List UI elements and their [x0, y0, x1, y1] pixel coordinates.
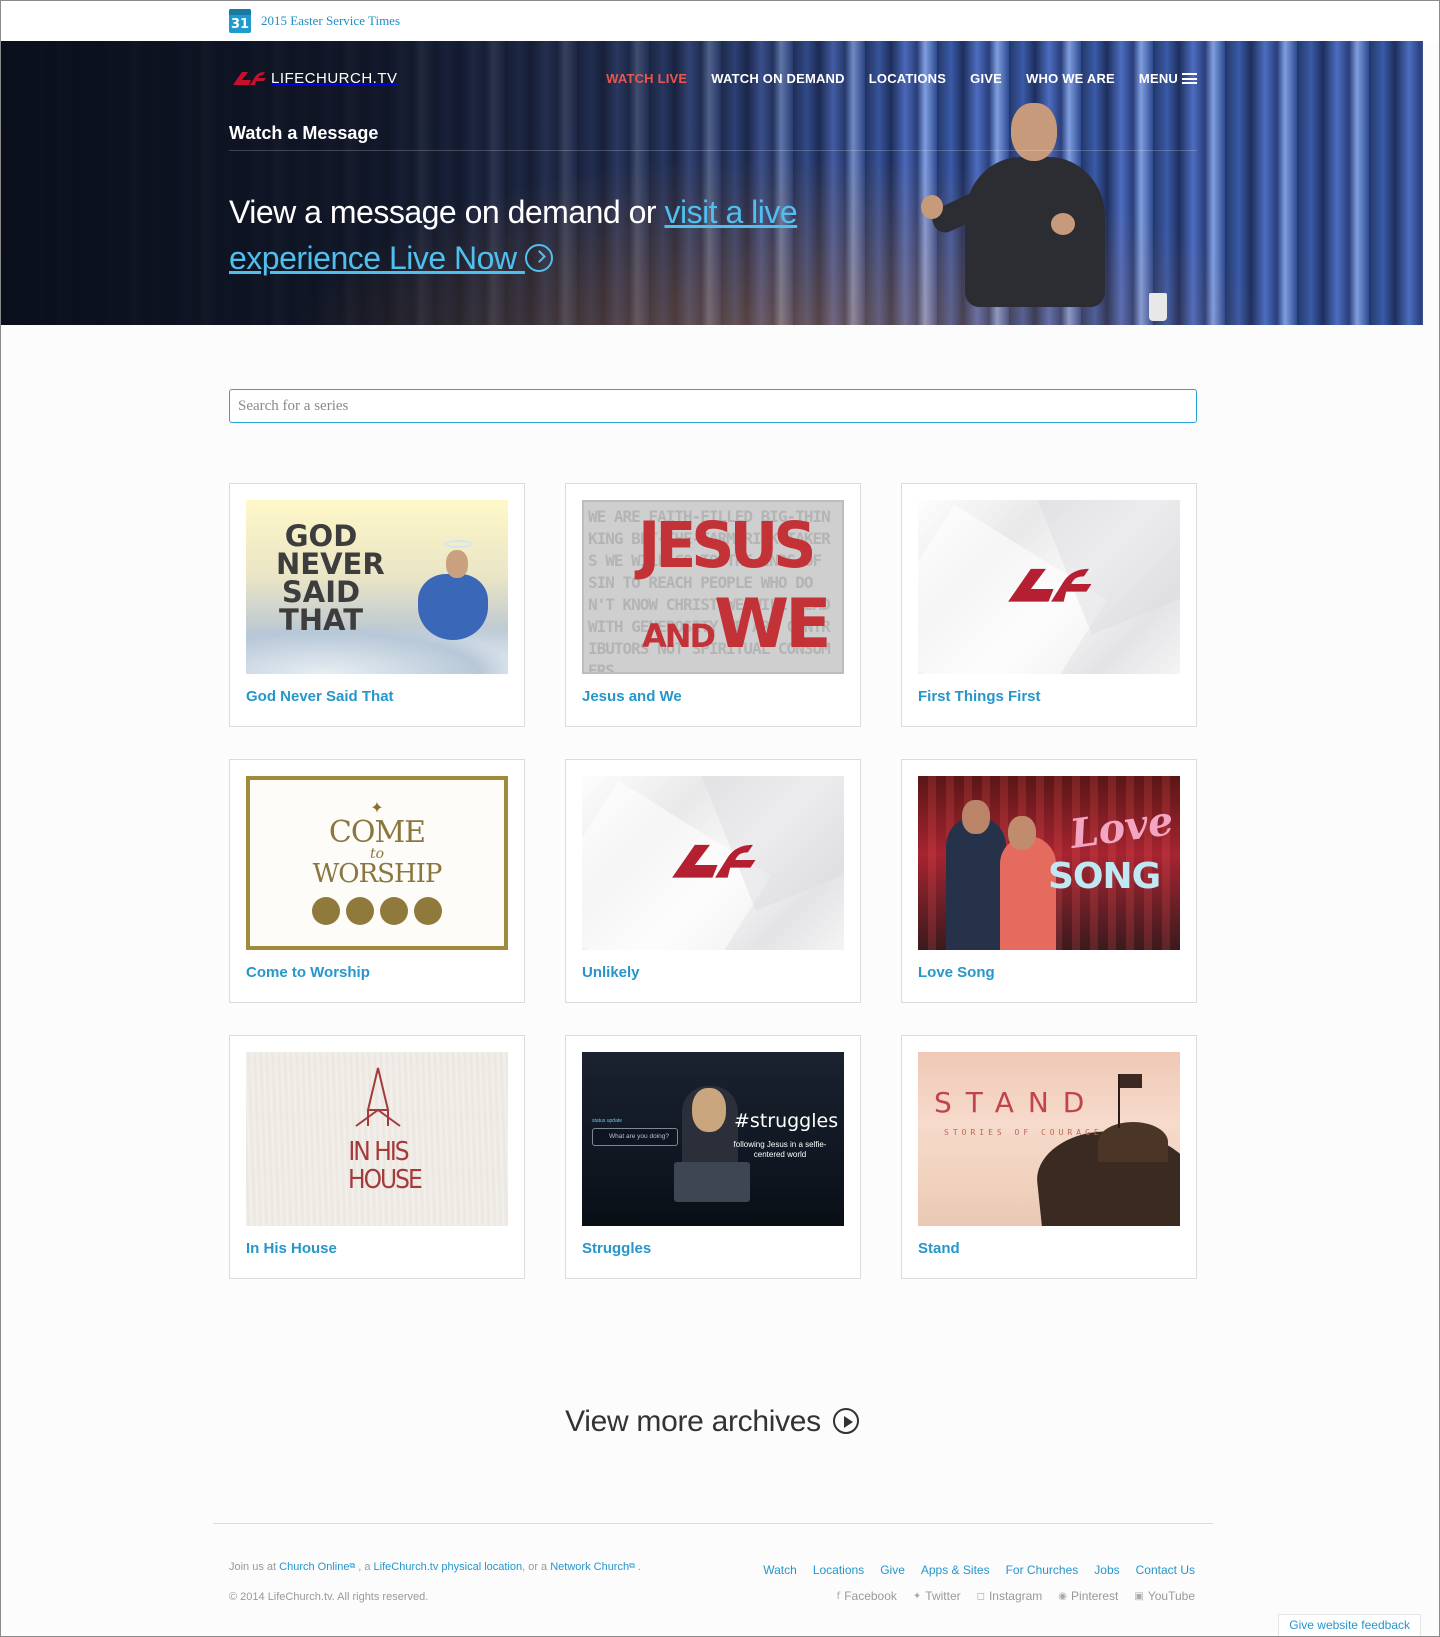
series-card[interactable]: Unlikely: [565, 759, 861, 1003]
lifechurch-logo-icon: [1008, 568, 1092, 602]
social-youtube[interactable]: ▣ YouTube: [1134, 1589, 1195, 1603]
play-circle-icon: [524, 244, 553, 272]
headline-text: View a message on demand or: [229, 194, 665, 230]
series-card[interactable]: IN HIS HOUSE In His House: [229, 1035, 525, 1279]
series-card[interactable]: status update What are you doing? #strug…: [565, 1035, 861, 1279]
series-card[interactable]: GOD NEVER SAID THAT God Never Said That: [229, 483, 525, 727]
view-more-archives-link[interactable]: View more archives: [565, 1405, 859, 1438]
series-card[interactable]: WE ARE FAITH-FILLED BIG-THINKING BET-THE…: [565, 483, 861, 727]
network-church-link[interactable]: Network Church: [550, 1561, 629, 1573]
series-thumbnail: ✦ COME to WORSHIP: [246, 776, 508, 950]
series-title[interactable]: Stand: [918, 1240, 1180, 1257]
view-more-section: View more archives: [1, 1405, 1423, 1439]
thumbnail-art-text: JESUS: [638, 509, 816, 583]
facebook-icon: f: [836, 1590, 841, 1602]
hamburger-icon: [1182, 73, 1197, 84]
main-nav: WATCH LIVE WATCH ON DEMAND LOCATIONS GIV…: [606, 71, 1197, 86]
series-title[interactable]: Unlikely: [582, 964, 844, 981]
series-title[interactable]: Come to Worship: [246, 964, 508, 981]
nav-watch-on-demand[interactable]: WATCH ON DEMAND: [711, 71, 844, 86]
easter-alert[interactable]: 31 2015 Easter Service Times: [229, 9, 400, 33]
easter-service-times-link[interactable]: 2015 Easter Service Times: [261, 13, 400, 29]
social-facebook[interactable]: f Facebook: [837, 1589, 897, 1603]
calendar-icon: 31: [229, 9, 251, 33]
church-online-link[interactable]: Church Online: [279, 1561, 349, 1573]
social-pinterest[interactable]: ◉ Pinterest: [1058, 1589, 1118, 1603]
series-thumbnail: [582, 776, 844, 950]
nav-who-we-are[interactable]: WHO WE ARE: [1026, 71, 1115, 86]
footer-link-locations[interactable]: Locations: [813, 1563, 864, 1577]
pinterest-icon: ◉: [1058, 1590, 1068, 1602]
series-thumbnail: status update What are you doing? #strug…: [582, 1052, 844, 1226]
series-grid: GOD NEVER SAID THAT God Never Said That …: [229, 483, 1197, 1279]
thumbnail-art-text: #struggles: [734, 1110, 839, 1132]
nav-watch-live[interactable]: WATCH LIVE: [606, 71, 687, 86]
nav-give[interactable]: GIVE: [970, 71, 1002, 86]
footer-link-for-churches[interactable]: For Churches: [1006, 1563, 1079, 1577]
footer-link-watch[interactable]: Watch: [763, 1563, 797, 1577]
series-thumbnail: IN HIS HOUSE: [246, 1052, 508, 1226]
series-card[interactable]: Love SONG Love Song: [901, 759, 1197, 1003]
lifechurch-logo-icon: [233, 72, 266, 85]
thumbnail-art-text: IN HIS HOUSE: [348, 1137, 423, 1195]
series-card[interactable]: ✦ COME to WORSHIP Come to Worship: [229, 759, 525, 1003]
physical-location-link[interactable]: LifeChurch.tv physical location: [374, 1561, 523, 1573]
footer-link-contact-us[interactable]: Contact Us: [1136, 1563, 1195, 1577]
youtube-icon: ▣: [1134, 1590, 1144, 1602]
series-title[interactable]: Struggles: [582, 1240, 844, 1257]
nav-menu-label: MENU: [1138, 71, 1178, 86]
instagram-icon: ◻: [976, 1590, 985, 1602]
series-title[interactable]: Love Song: [918, 964, 1180, 981]
series-thumbnail: [918, 500, 1180, 674]
brand-name: LIFECHURCH.TV: [271, 69, 398, 87]
view-more-label: View more archives: [565, 1405, 821, 1438]
series-card[interactable]: STAND STORIES OF COURAGE Stand: [901, 1035, 1197, 1279]
website-feedback-button[interactable]: Give website feedback: [1278, 1614, 1421, 1636]
thumbnail-art-text: STAND: [934, 1086, 1099, 1119]
social-twitter[interactable]: ✦ Twitter: [913, 1589, 961, 1603]
footer-link-give[interactable]: Give: [880, 1563, 905, 1577]
section-title: Watch a Message: [229, 123, 1197, 151]
church-steeple-icon: [355, 1067, 401, 1127]
series-title[interactable]: In His House: [246, 1240, 508, 1257]
flag-icon: [1120, 1074, 1142, 1088]
series-title[interactable]: God Never Said That: [246, 688, 508, 705]
hero-banner: LIFECHURCH.TV WATCH LIVE WATCH ON DEMAND…: [1, 41, 1423, 325]
series-thumbnail: STAND STORIES OF COURAGE: [918, 1052, 1180, 1226]
series-card[interactable]: First Things First: [901, 483, 1197, 727]
series-thumbnail: GOD NEVER SAID THAT: [246, 500, 508, 674]
nav-locations[interactable]: LOCATIONS: [869, 71, 946, 86]
copyright: © 2014 LifeChurch.tv. All rights reserve…: [229, 1591, 429, 1603]
lifechurch-logo[interactable]: LIFECHURCH.TV: [229, 69, 398, 87]
footer-link-apps-sites[interactable]: Apps & Sites: [921, 1563, 990, 1577]
series-thumbnail: WE ARE FAITH-FILLED BIG-THINKING BET-THE…: [582, 500, 844, 674]
nav-menu[interactable]: MENU: [1139, 71, 1197, 86]
social-instagram[interactable]: ◻ Instagram: [977, 1589, 1043, 1603]
series-title[interactable]: Jesus and We: [582, 688, 844, 705]
thumbnail-art-text: COME: [328, 815, 426, 850]
lifechurch-logo-icon: [672, 844, 756, 878]
play-circle-icon: [832, 1408, 859, 1434]
status-bubble: What are you doing?: [592, 1128, 678, 1146]
social-links: f Facebook ✦ Twitter ◻ Instagram ◉ Pinterest…: [837, 1589, 1195, 1603]
top-alert-bar: 31 2015 Easter Service Times: [1, 1, 1439, 41]
twitter-icon: ✦: [912, 1590, 922, 1602]
footer-link-jobs[interactable]: Jobs: [1094, 1563, 1119, 1577]
series-title[interactable]: First Things First: [918, 688, 1180, 705]
hero-headline: View a message on demand or visit a live…: [229, 189, 869, 281]
footer-divider: [213, 1523, 1213, 1524]
footer-nav: Watch Locations Give Apps & Sites For Ch…: [763, 1563, 1195, 1577]
series-thumbnail: Love SONG: [918, 776, 1180, 950]
footer-join-text: Join us at Church Online⧉ , a LifeChurch…: [229, 1561, 641, 1573]
page: 31 2015 Easter Service Times LIFECHURCH.…: [0, 0, 1440, 1637]
thumbnail-art-text: GOD NEVER SAID THAT: [276, 519, 385, 637]
series-search-input[interactable]: [229, 389, 1197, 423]
